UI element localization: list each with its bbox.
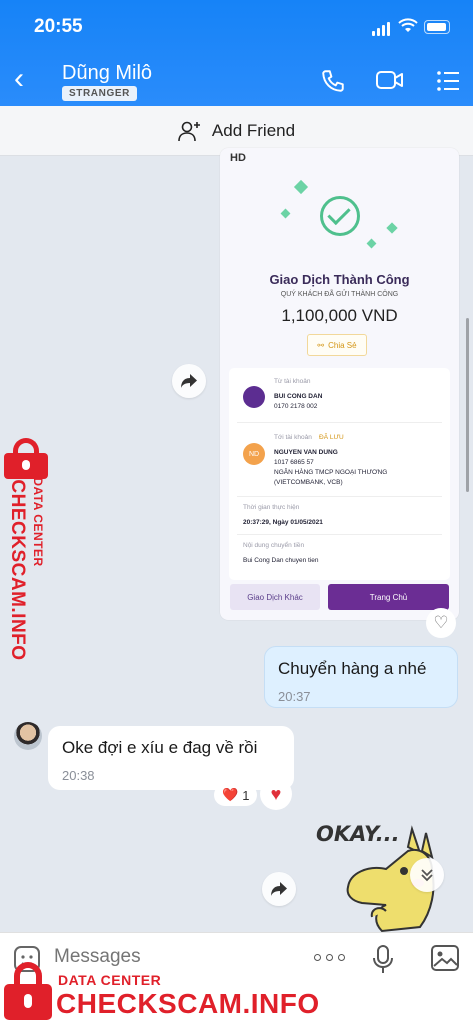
to-bank: NGÂN HÀNG TMCP NGOẠI THƯƠNG <box>274 469 388 476</box>
scrollbar[interactable] <box>466 318 469 492</box>
sparkle-icon <box>280 208 291 219</box>
home-button: Trang Chủ <box>328 584 449 610</box>
forward-button[interactable] <box>262 872 296 906</box>
contact-name[interactable]: Dũng Milô <box>62 62 152 85</box>
status-time: 20:55 <box>34 16 83 37</box>
forward-icon <box>271 882 287 896</box>
heart-outline-icon: ♡ <box>433 613 449 632</box>
from-label: Từ tài khoản <box>274 378 311 385</box>
react-heart-button-filled[interactable]: ♥ <box>260 778 292 810</box>
reaction-count: 1 <box>242 787 250 803</box>
content-value: Bui Cong Dan chuyen tien <box>243 557 319 564</box>
forward-button[interactable] <box>172 364 206 398</box>
share-label: Chia Sẻ <box>328 340 357 350</box>
to-name: NGUYEN VAN DUNG <box>274 449 338 456</box>
recipient-avatar: ND <box>243 443 265 465</box>
add-friend-icon <box>178 121 200 141</box>
saved-tag: ĐÃ LƯU <box>319 434 344 441</box>
contact-avatar[interactable] <box>14 722 42 750</box>
stranger-badge: STRANGER <box>62 86 137 101</box>
heart-filled-icon: ♥ <box>270 783 282 804</box>
message-bubble-incoming[interactable]: Oke đợi e xíu e đag về rồi 20:38 <box>48 726 294 790</box>
phone-call-icon[interactable] <box>320 68 346 94</box>
hd-label: HD <box>230 152 246 164</box>
cellular-signal-icon <box>372 22 390 36</box>
time-label: Thời gian thực hiện <box>243 504 300 511</box>
lock-watermark-icon <box>4 962 52 1020</box>
bank-logo-icon <box>243 386 265 408</box>
chat-header: 20:55 ‹ Dũng Milô STRANGER <box>0 0 473 106</box>
message-time: 20:37 <box>278 689 311 704</box>
transaction-details: Từ tài khoản BUI CONG DAN 0170 2178 002 … <box>229 368 450 580</box>
back-button[interactable]: ‹ <box>14 64 24 94</box>
from-account: 0170 2178 002 <box>274 403 318 410</box>
to-label: Tới tài khoản <box>274 434 312 441</box>
other-transaction-button: Giao Dịch Khác <box>230 584 320 610</box>
message-time: 20:38 <box>62 768 95 783</box>
message-text: Oke đợi e xíu e đag về rồi <box>62 738 258 757</box>
scroll-to-bottom-button[interactable] <box>410 858 444 892</box>
receipt-image[interactable]: HD Giao Dịch Thành Công QUÝ KHÁCH ĐÃ GỬI… <box>220 148 459 620</box>
watermark-data-center: DATA CENTER <box>58 972 162 988</box>
from-name: BUI CONG DAN <box>274 393 323 400</box>
to-bank-short: (VIETCOMBANK, VCB) <box>274 479 343 486</box>
add-friend-label: Add Friend <box>211 120 296 140</box>
microphone-icon[interactable] <box>372 944 394 974</box>
watermark-data-center: DATA CENTER <box>31 477 45 567</box>
heart-reaction-icon: ❤️ <box>222 787 239 802</box>
receipt-amount: 1,100,000 VND <box>281 306 398 325</box>
time-value: 20:37:29, Ngày 01/05/2021 <box>243 519 323 526</box>
watermark-vertical: DATA CENTER <box>28 440 48 580</box>
video-call-icon[interactable] <box>375 68 405 92</box>
sparkle-icon <box>293 179 309 195</box>
battery-icon <box>424 20 450 34</box>
message-text: Chuyển hàng a nhé <box>278 659 427 678</box>
react-heart-button[interactable]: ♡ <box>426 608 456 638</box>
receipt-title: Giao Dịch Thành Công <box>269 272 410 287</box>
watermark-brand-vertical: CHECKSCAM.INFO <box>7 479 28 661</box>
more-options-icon[interactable] <box>314 954 345 961</box>
reaction-summary[interactable]: ❤️ 1 <box>214 784 258 806</box>
menu-icon[interactable] <box>436 70 460 92</box>
sparkle-icon <box>366 238 377 249</box>
success-check-icon <box>320 196 360 236</box>
message-input[interactable] <box>54 946 214 968</box>
to-account: 1017 6865 57 <box>274 459 314 466</box>
message-bubble-outgoing[interactable]: Chuyển hàng a nhé 20:37 <box>264 646 458 708</box>
share-icon: ⚯ <box>317 340 325 350</box>
watermark-brand: CHECKSCAM.INFO <box>56 988 320 1019</box>
forward-icon <box>181 374 197 388</box>
receipt-subtitle: QUÝ KHÁCH ĐÃ GỬI THÀNH CÔNG <box>280 291 399 298</box>
sparkle-icon <box>386 222 398 234</box>
chevron-double-down-icon <box>421 869 433 882</box>
wifi-icon <box>398 18 418 32</box>
share-button: ⚯ Chia Sẻ <box>307 334 367 356</box>
image-icon[interactable] <box>430 944 460 972</box>
content-label: Nội dung chuyển tiền <box>243 542 305 549</box>
